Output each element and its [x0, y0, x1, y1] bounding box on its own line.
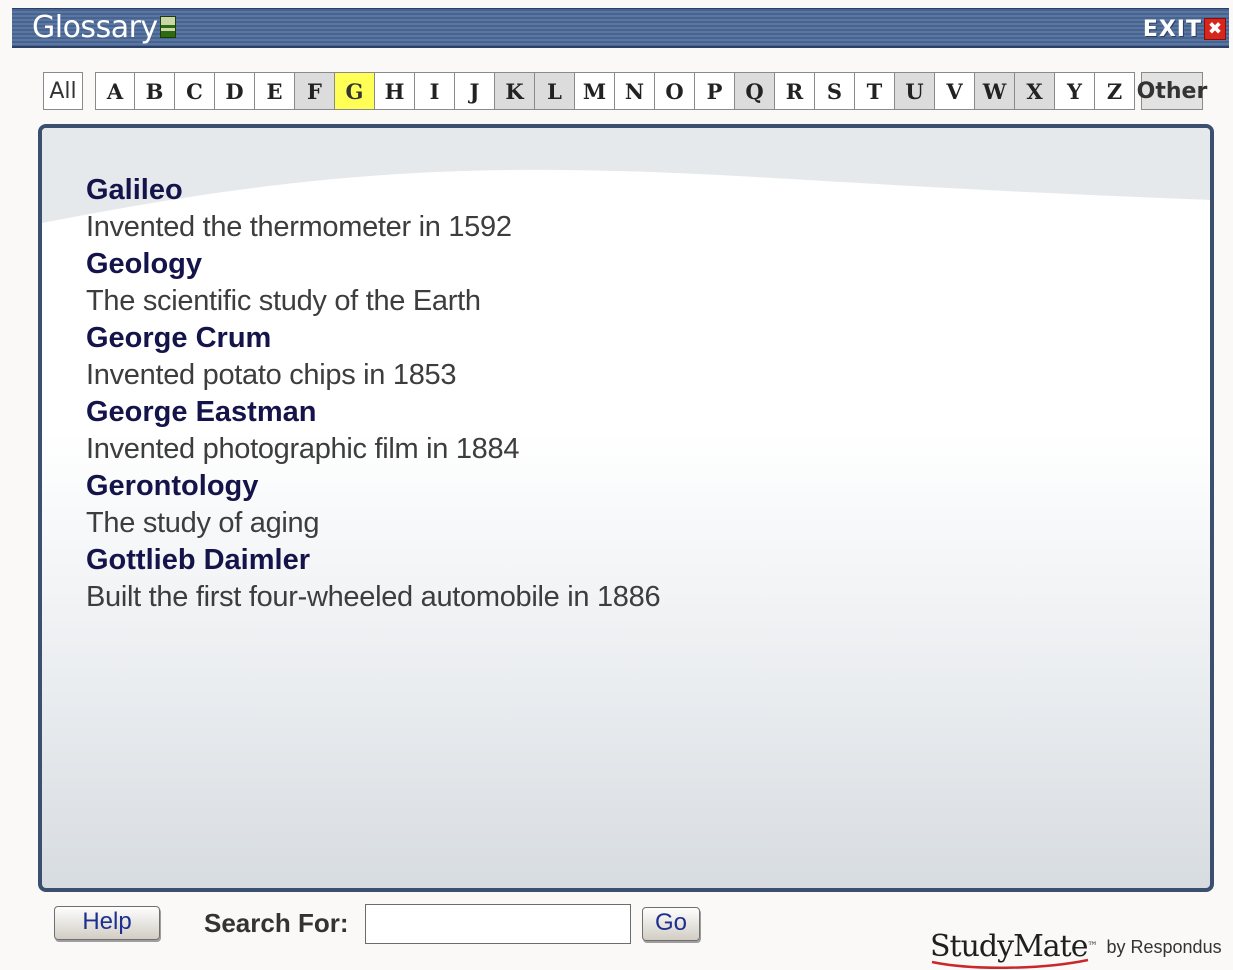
window-title: Glossary	[32, 10, 176, 45]
letter-button-j[interactable]: J	[455, 72, 495, 110]
letter-button-q[interactable]: Q	[735, 72, 775, 110]
glossary-entry-list: Galileo Invented the thermometer in 1592 G…	[86, 172, 661, 616]
help-button[interactable]: Help	[54, 906, 160, 940]
search-label: Search For:	[204, 908, 349, 938]
brand-name: StudyMate™	[930, 930, 1098, 970]
letter-button-d[interactable]: D	[215, 72, 255, 110]
letter-buttons: ABCDEFGHIJKLMNOPQRSTUVWXYZ	[95, 72, 1135, 112]
letter-button-f[interactable]: F	[295, 72, 335, 110]
glossary-panel: Galileo Invented the thermometer in 1592 G…	[38, 124, 1214, 892]
glossary-term[interactable]: Geology	[86, 246, 660, 283]
letter-button-n[interactable]: N	[615, 72, 655, 110]
exit-label: EXIT	[1142, 16, 1202, 42]
letter-button-v[interactable]: V	[935, 72, 975, 110]
search-input[interactable]	[365, 904, 631, 944]
letter-other-button[interactable]: Other	[1137, 72, 1207, 110]
letter-button-l[interactable]: L	[535, 72, 575, 110]
letter-index-bar: All ABCDEFGHIJKLMNOPQRSTUVWXYZ Other	[43, 72, 1207, 112]
letter-button-p[interactable]: P	[695, 72, 735, 110]
close-icon: ✖	[1204, 18, 1226, 40]
glossary-definition: Invented the thermometer in 1592	[86, 211, 512, 243]
title-bar: Glossary EXIT ✖	[12, 8, 1229, 48]
letter-button-k[interactable]: K	[495, 72, 535, 110]
glossary-term[interactable]: George Eastman	[86, 394, 660, 431]
letter-button-o[interactable]: O	[655, 72, 695, 110]
letter-button-y[interactable]: Y	[1055, 72, 1095, 110]
glossary-definition: The scientific study of the Earth	[86, 285, 481, 317]
exit-button[interactable]: EXIT ✖	[1142, 16, 1226, 42]
glossary-definition: Invented photographic film in 1884	[86, 433, 520, 465]
window-title-text: Glossary	[32, 10, 158, 45]
letter-button-x[interactable]: X	[1015, 72, 1055, 110]
letter-button-e[interactable]: E	[255, 72, 295, 110]
glossary-definition: The study of aging	[86, 507, 320, 539]
glossary-term[interactable]: George Crum	[86, 320, 660, 357]
letter-button-u[interactable]: U	[895, 72, 935, 110]
go-button[interactable]: Go	[642, 907, 700, 941]
letter-button-h[interactable]: H	[375, 72, 415, 110]
brand-swoosh	[931, 958, 1089, 970]
glossary-term[interactable]: Gottlieb Daimler	[86, 542, 660, 579]
letter-button-g[interactable]: G	[335, 72, 375, 110]
letter-button-t[interactable]: T	[855, 72, 895, 110]
letter-button-r[interactable]: R	[775, 72, 815, 110]
glossary-icon	[159, 16, 176, 38]
letter-button-i[interactable]: I	[415, 72, 455, 110]
letter-button-b[interactable]: B	[135, 72, 175, 110]
letter-all-button[interactable]: All	[43, 72, 83, 110]
brand-by: by Respondus	[1106, 937, 1222, 957]
letter-button-s[interactable]: S	[815, 72, 855, 110]
studymate-logo: StudyMate™ by Respondus	[930, 920, 1222, 970]
glossary-definition: Built the first four-wheeled automobile …	[86, 581, 661, 613]
glossary-definition: Invented potato chips in 1853	[86, 359, 457, 391]
letter-button-c[interactable]: C	[175, 72, 215, 110]
letter-button-a[interactable]: A	[95, 72, 135, 110]
brand-tm: ™	[1087, 941, 1098, 952]
letter-button-w[interactable]: W	[975, 72, 1015, 110]
letter-button-m[interactable]: M	[575, 72, 615, 110]
letter-button-z[interactable]: Z	[1095, 72, 1135, 110]
glossary-term[interactable]: Galileo	[86, 172, 660, 209]
glossary-term[interactable]: Gerontology	[86, 468, 660, 505]
